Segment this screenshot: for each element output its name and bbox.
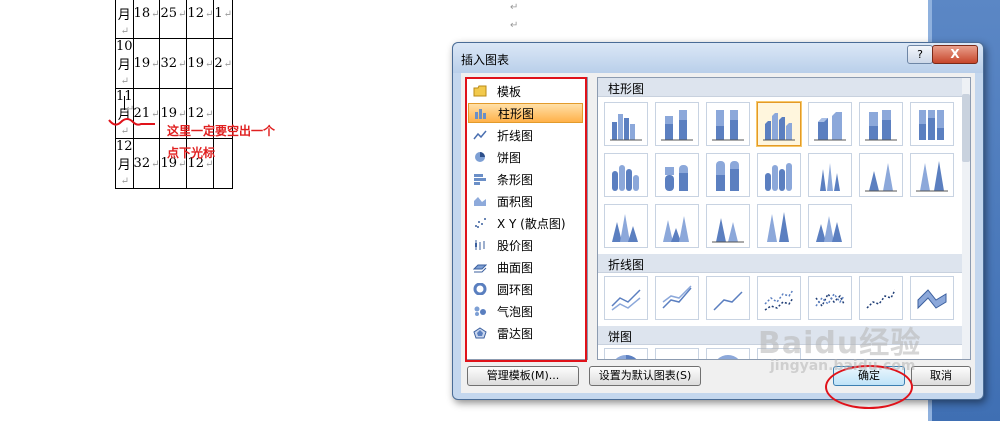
table-cell[interactable]: 19↵ (132, 38, 161, 89)
chart-thumb-selected[interactable] (757, 102, 801, 146)
chart-thumb[interactable] (655, 102, 699, 146)
chart-thumb[interactable] (655, 153, 699, 197)
chart-thumb[interactable] (757, 276, 801, 320)
chart-thumb[interactable] (655, 276, 699, 320)
chart-thumb[interactable] (808, 102, 852, 146)
dialog-title: 插入图表 (461, 53, 510, 67)
watermark: Baidu经验 jingyan.baidu.com (758, 318, 922, 374)
chart-thumb[interactable] (706, 348, 750, 359)
chart-thumb[interactable] (757, 204, 801, 248)
row-end-mark: ↵ (510, 2, 519, 13)
chart-thumb[interactable] (604, 276, 648, 320)
table-cell[interactable]: 12 月↵ (115, 138, 134, 189)
table-cell[interactable]: 32↵ (132, 138, 161, 189)
set-default-chart-button[interactable]: 设置为默认图表(S) (589, 366, 701, 386)
gallery-scrollbar[interactable] (962, 78, 970, 359)
paragraph-mark: ↵ (126, 104, 135, 115)
table-cell[interactable]: 10 月↵ (115, 38, 134, 89)
chart-thumb[interactable] (604, 204, 648, 248)
chart-thumb[interactable] (706, 276, 750, 320)
table-cell[interactable]: 21↵ (132, 88, 161, 139)
annotation-line-1: 这里一定要空出一个 (167, 124, 276, 138)
chart-thumb[interactable] (655, 348, 699, 359)
table-cell[interactable]: 9 月↵ (115, 0, 134, 39)
chart-thumb[interactable] (757, 153, 801, 197)
annotation-note: 这里一定要空出一个 点下光标 (167, 120, 275, 164)
chart-thumb[interactable] (604, 153, 648, 197)
chart-thumb[interactable] (910, 153, 954, 197)
manage-templates-button[interactable]: 管理模板(M)... (467, 366, 579, 386)
chart-thumb[interactable] (604, 348, 648, 359)
dialog-title-bar[interactable]: 插入图表 ? X (453, 43, 983, 73)
table-cell[interactable]: 1↵ (213, 0, 234, 39)
squiggle-arrow-icon (108, 118, 155, 126)
table-row: 10 月↵ 19↵ 32↵ 19↵ 2↵ (115, 38, 234, 89)
gallery-section-line: 折线图 (598, 254, 962, 273)
highlight-box-category-list (465, 77, 587, 362)
chart-thumb[interactable] (706, 153, 750, 197)
chart-thumb[interactable] (859, 276, 903, 320)
table-cell[interactable]: 12↵ (186, 0, 215, 39)
chart-thumb[interactable] (910, 276, 954, 320)
chart-thumb[interactable] (859, 153, 903, 197)
gallery-section-column: 柱形图 (598, 78, 962, 97)
close-button[interactable]: X (932, 45, 978, 64)
table-row: 9 月↵ 18↵ 25↵ 12↵ 1↵ (115, 0, 234, 39)
help-button[interactable]: ? (907, 45, 933, 64)
section-label: 柱形图 (608, 82, 645, 96)
chart-thumb[interactable] (808, 153, 852, 197)
table-cell[interactable]: 2↵ (213, 38, 234, 89)
scrollbar-thumb[interactable] (962, 94, 970, 162)
chart-thumb[interactable] (808, 204, 852, 248)
table-cell[interactable]: 32↵ (159, 38, 188, 89)
chart-thumb[interactable] (808, 276, 852, 320)
table-cell[interactable]: 18↵ (132, 0, 161, 39)
watermark-url: jingyan.baidu.com (770, 358, 916, 374)
table-cell[interactable]: 25↵ (159, 0, 188, 39)
row-end-mark: ↵ (510, 20, 519, 31)
chart-thumb[interactable] (655, 204, 699, 248)
chart-thumb[interactable] (706, 204, 750, 248)
chart-thumb[interactable] (604, 102, 648, 146)
chart-thumb[interactable] (859, 102, 903, 146)
text-cursor (124, 96, 125, 110)
chart-thumb[interactable] (706, 102, 750, 146)
section-label: 饼图 (608, 330, 633, 344)
watermark-logo: Baidu经验 (758, 326, 922, 361)
table-cell[interactable]: 19↵ (186, 38, 215, 89)
chart-thumb[interactable] (910, 102, 954, 146)
section-label: 折线图 (608, 258, 645, 272)
annotation-line-2: 点下光标 (167, 146, 216, 160)
